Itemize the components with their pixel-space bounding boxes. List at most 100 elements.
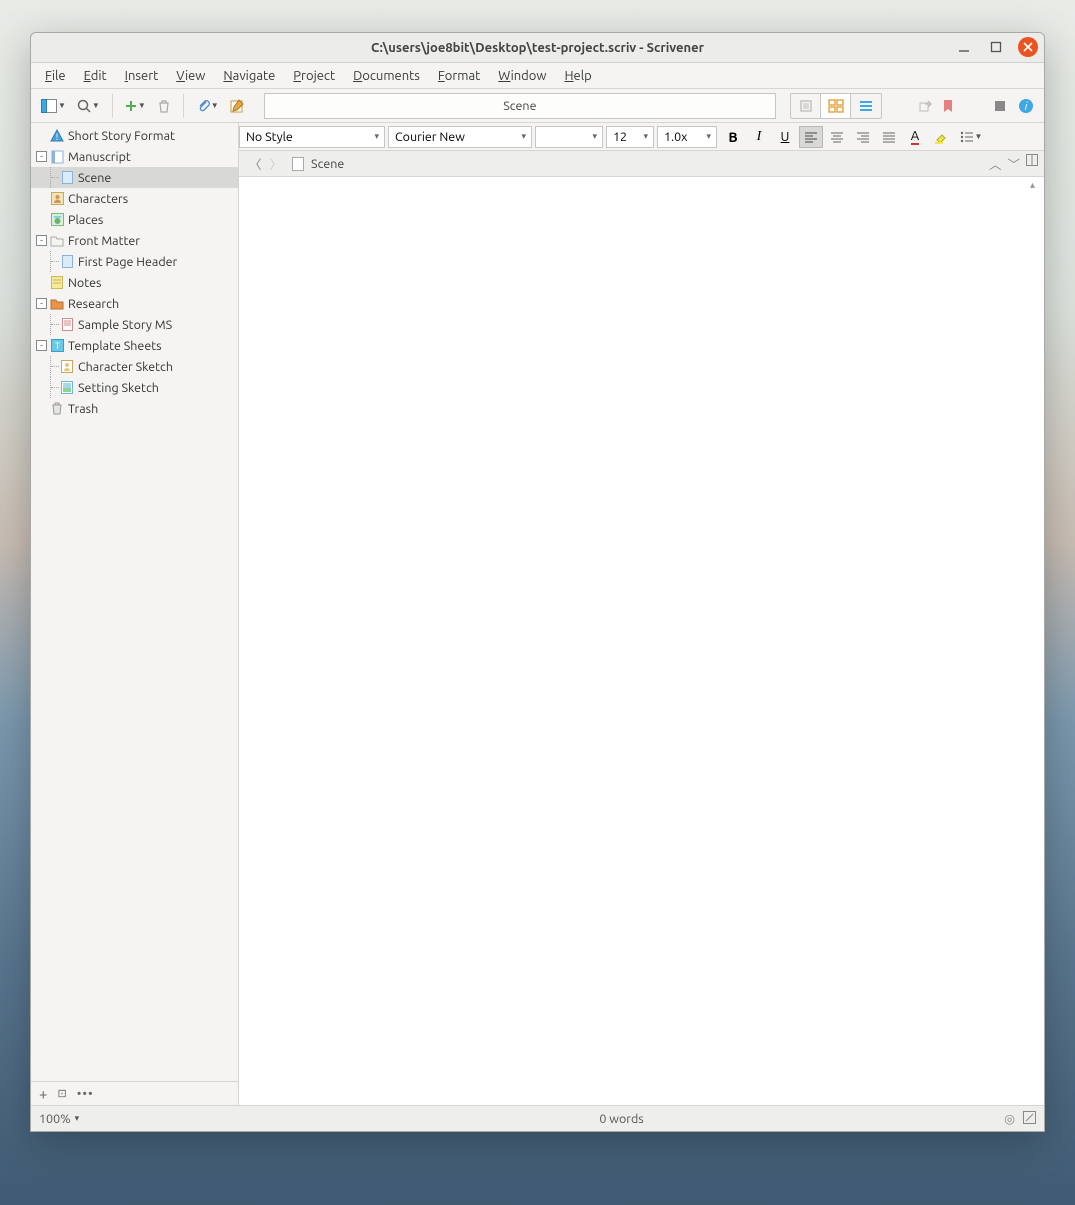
binder-item-research[interactable]: -Research <box>31 293 238 314</box>
sketch-icon <box>60 360 74 374</box>
header-split-button[interactable] <box>1026 154 1038 173</box>
compose-icon <box>230 99 246 113</box>
binder-item-label: Short Story Format <box>68 129 175 143</box>
menu-file[interactable]: File <box>37 67 74 85</box>
menu-window[interactable]: Window <box>490 67 554 85</box>
svg-text:T: T <box>54 341 59 351</box>
align-left-button[interactable] <box>799 126 823 148</box>
view-mode-single[interactable] <box>791 94 821 118</box>
expand-toggle[interactable]: - <box>36 235 47 246</box>
search-button[interactable]: ▼ <box>73 94 104 118</box>
metadata-button[interactable] <box>989 94 1011 118</box>
page-icon <box>60 171 74 185</box>
view-mode-corkboard[interactable] <box>821 94 851 118</box>
menu-documents[interactable]: Documents <box>345 67 428 85</box>
font-size-select[interactable]: 12▾ <box>606 126 654 148</box>
attach-button[interactable]: ▼ <box>192 94 223 118</box>
highlighter-icon <box>934 130 948 144</box>
binder-item-template-sheets[interactable]: -T Template Sheets <box>31 335 238 356</box>
binder-item-front-matter[interactable]: -Front Matter <box>31 230 238 251</box>
document-header-bar: 〈 〉 Scene ︿ ﹀ <box>239 151 1044 177</box>
list-button[interactable]: ▼ <box>955 126 987 148</box>
info-button[interactable]: i <box>1014 94 1038 118</box>
nav-forward-button[interactable]: 〉 <box>266 154 287 173</box>
view-mode-outline[interactable] <box>851 94 881 118</box>
tag-icon <box>993 99 1007 113</box>
binder-item-setting-sketch[interactable]: Setting Sketch <box>31 377 238 398</box>
expand-toggle[interactable]: - <box>36 151 47 162</box>
bold-button[interactable]: B <box>721 126 745 148</box>
binder-item-label: Sample Story MS <box>78 318 172 332</box>
export-button[interactable] <box>914 94 936 118</box>
binder-item-label: First Page Header <box>78 255 177 269</box>
align-center-button[interactable] <box>825 126 849 148</box>
expand-toggle[interactable]: - <box>36 298 47 309</box>
chars-icon <box>50 192 64 206</box>
font-variant-select[interactable]: ▾ <box>535 126 603 148</box>
italic-button[interactable]: I <box>747 126 771 148</box>
align-right-button[interactable] <box>851 126 875 148</box>
document-title-field[interactable]: Scene <box>264 93 776 119</box>
zoom-control[interactable]: 100%▾ <box>31 1112 239 1126</box>
binder-tree[interactable]: !Short Story Format-ManuscriptSceneChara… <box>31 123 238 1081</box>
underline-button[interactable]: U <box>773 126 797 148</box>
compose-button[interactable] <box>226 94 250 118</box>
menu-help[interactable]: Help <box>556 67 599 85</box>
folder-icon <box>50 234 64 248</box>
highlight-button[interactable] <box>929 126 953 148</box>
window-title: C:\users\joe8bit\Desktop\test-project.sc… <box>371 41 704 55</box>
scroll-up-icon[interactable]: ▴ <box>1030 179 1042 191</box>
menu-format[interactable]: Format <box>430 67 488 85</box>
binder-item-manuscript[interactable]: -Manuscript <box>31 146 238 167</box>
text-color-button[interactable]: A <box>903 126 927 148</box>
menu-view[interactable]: View <box>168 67 213 85</box>
style-select[interactable]: No Style▾ <box>239 126 385 148</box>
compose-mode-button[interactable] <box>1023 1111 1036 1126</box>
expand-toggle[interactable]: - <box>36 340 47 351</box>
binder-item-label: Trash <box>68 402 98 416</box>
header-up-button[interactable]: ︿ <box>989 154 1002 173</box>
trash-button[interactable] <box>153 94 175 118</box>
font-select[interactable]: Courier New▾ <box>388 126 532 148</box>
doc-icon <box>60 318 74 332</box>
maximize-button[interactable] <box>986 37 1006 57</box>
binder-expand-button[interactable]: ⊡ <box>57 1087 66 1100</box>
text-editor[interactable]: ▴ <box>239 177 1044 1105</box>
close-button[interactable] <box>1018 37 1038 57</box>
menu-insert[interactable]: Insert <box>117 67 167 85</box>
menu-project[interactable]: Project <box>285 67 343 85</box>
menu-navigate[interactable]: Navigate <box>215 67 283 85</box>
binder-item-sample-story-ms[interactable]: Sample Story MS <box>31 314 238 335</box>
minimize-button[interactable] <box>954 37 974 57</box>
binder-item-label: Template Sheets <box>68 339 162 353</box>
binder-item-label: Character Sketch <box>78 360 173 374</box>
bookmark-button[interactable] <box>939 94 957 118</box>
binder-item-scene[interactable]: Scene <box>31 167 238 188</box>
binder-item-character-sketch[interactable]: Character Sketch <box>31 356 238 377</box>
titlebar: C:\users\joe8bit\Desktop\test-project.sc… <box>31 33 1044 63</box>
header-down-button[interactable]: ﹀ <box>1007 154 1020 173</box>
paperclip-icon <box>196 99 210 113</box>
svg-text:!: ! <box>56 132 58 142</box>
binder-item-notes[interactable]: Notes <box>31 272 238 293</box>
view-mode-group <box>790 93 882 119</box>
binder-more-button[interactable]: ••• <box>77 1087 94 1101</box>
layout-button[interactable]: ▼ <box>37 94 70 118</box>
menu-edit[interactable]: Edit <box>76 67 115 85</box>
page-icon <box>60 255 74 269</box>
target-button[interactable]: ◎ <box>1004 1111 1015 1126</box>
binder-item-short-story-format[interactable]: ! Short Story Format <box>31 125 238 146</box>
add-button[interactable]: ▼ <box>121 94 150 118</box>
line-spacing-select[interactable]: 1.0x▾ <box>657 126 717 148</box>
binder-item-trash[interactable]: Trash <box>31 398 238 419</box>
align-justify-button[interactable] <box>877 126 901 148</box>
binder-item-first-page-header[interactable]: First Page Header <box>31 251 238 272</box>
binder-add-button[interactable]: + <box>39 1085 47 1102</box>
search-icon <box>77 99 91 113</box>
editor-panel: No Style▾ Courier New▾ ▾ 12▾ 1.0x▾ B I U… <box>239 123 1044 1105</box>
binder-item-places[interactable]: Places <box>31 209 238 230</box>
nav-back-button[interactable]: 〈 <box>245 154 266 173</box>
binder-item-characters[interactable]: Characters <box>31 188 238 209</box>
triangle-icon: ! <box>50 129 64 143</box>
plus-icon <box>125 100 137 112</box>
